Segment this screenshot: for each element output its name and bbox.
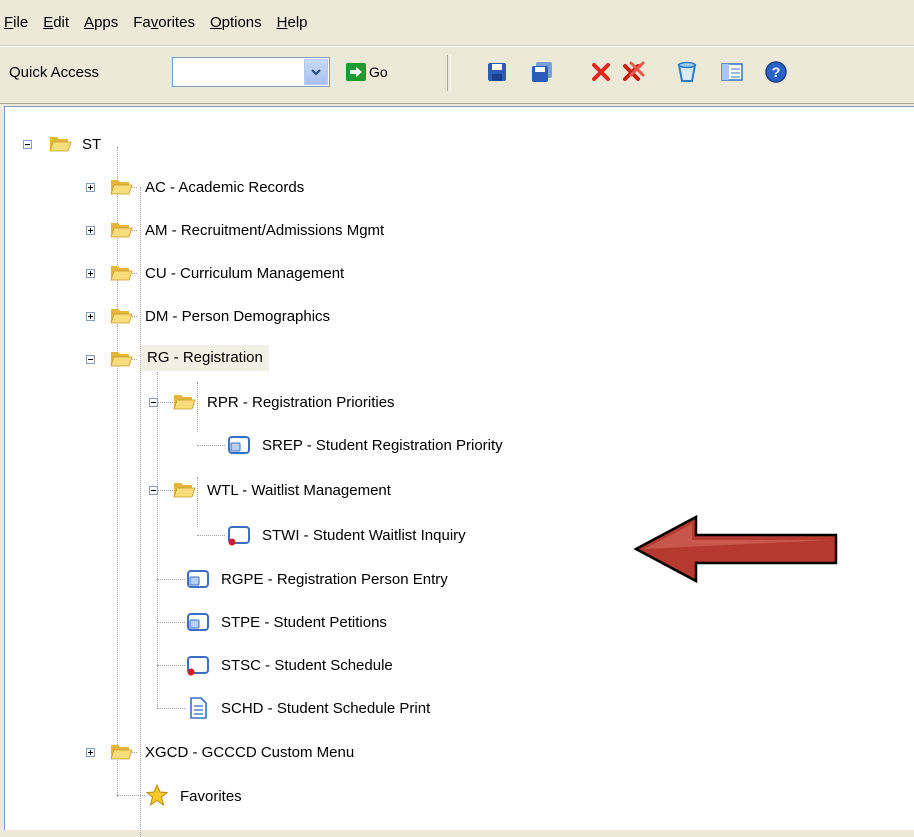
delete-button[interactable] — [586, 57, 616, 87]
open-folder-icon — [173, 483, 196, 498]
form-icon — [187, 570, 209, 588]
toolbar-separator — [447, 55, 451, 91]
form-icon — [187, 613, 209, 631]
tree-connector — [197, 382, 198, 432]
folder-icon — [110, 180, 133, 195]
menu-file[interactable]: File — [4, 14, 28, 31]
form-icon — [228, 436, 250, 454]
tree-connector — [157, 579, 185, 580]
tree-connector — [157, 362, 158, 707]
save-button[interactable] — [482, 57, 512, 87]
menu-options[interactable]: Options — [210, 14, 262, 31]
tree-node-xgcd[interactable]: XGCD - GCCCD Custom Menu — [145, 742, 354, 764]
menu-edit[interactable]: Edit — [43, 14, 69, 31]
save-all-button[interactable] — [527, 57, 557, 87]
delete-icon — [592, 63, 610, 81]
tree-node-cu[interactable]: CU - Curriculum Management — [145, 263, 344, 285]
tree-connector — [157, 622, 185, 623]
go-button[interactable]: Go — [346, 59, 388, 85]
folder-icon — [110, 223, 133, 238]
tree-collapse-toggle[interactable] — [149, 398, 158, 407]
tree-node-schd[interactable]: SCHD - Student Schedule Print — [221, 698, 430, 720]
svg-text:?: ? — [772, 64, 781, 80]
clear-icon — [677, 61, 697, 82]
open-folder-icon — [173, 395, 196, 410]
tree-node-ac[interactable]: AC - Academic Records — [145, 177, 304, 199]
quick-access-input[interactable] — [175, 61, 305, 83]
tree-node-stsc[interactable]: STSC - Student Schedule — [221, 655, 393, 677]
chevron-down-icon — [311, 69, 321, 76]
tree-connector — [117, 147, 118, 797]
tree-node-rgpe[interactable]: RGPE - Registration Person Entry — [221, 569, 448, 591]
tree-connector — [197, 535, 225, 536]
tree-node-stwi[interactable]: STWI - Student Waitlist Inquiry — [262, 525, 466, 547]
menu-bar: File Edit Apps Favorites Options Help — [0, 0, 914, 46]
tree-node-rg[interactable]: RG - Registration — [141, 345, 269, 371]
tree-collapse-toggle[interactable] — [86, 355, 95, 364]
tree-collapse-toggle[interactable] — [23, 140, 32, 149]
form-view-icon — [721, 63, 743, 81]
delete-all-button[interactable] — [619, 57, 649, 87]
quick-access-combo[interactable] — [172, 57, 330, 87]
tree-connector — [117, 795, 145, 796]
tree-connector — [157, 708, 185, 709]
tree-expand-toggle[interactable] — [86, 269, 95, 278]
tree-node-stpe[interactable]: STPE - Student Petitions — [221, 612, 387, 634]
folder-icon — [110, 745, 133, 760]
tree-expand-toggle[interactable] — [86, 226, 95, 235]
go-button-label: Go — [369, 64, 388, 80]
menu-help[interactable]: Help — [277, 14, 308, 31]
help-button[interactable]: ? — [761, 57, 791, 87]
tree-node-dm[interactable]: DM - Person Demographics — [145, 306, 330, 328]
tree-expand-toggle[interactable] — [86, 748, 95, 757]
report-icon — [190, 697, 207, 719]
inquiry-form-icon — [228, 526, 250, 546]
save-icon — [488, 63, 506, 81]
tree-expand-toggle[interactable] — [86, 312, 95, 321]
quick-access-label: Quick Access — [9, 64, 100, 81]
open-folder-icon — [49, 137, 72, 152]
tree-connector — [197, 445, 225, 446]
tree-node-st[interactable]: ST — [82, 134, 101, 156]
arrow-right-icon — [346, 63, 366, 81]
form-view-button[interactable] — [717, 57, 747, 87]
save-all-icon — [532, 62, 552, 82]
star-icon — [145, 784, 169, 806]
delete-all-icon — [623, 61, 645, 81]
quick-access-dropdown-button[interactable] — [304, 59, 328, 85]
tree-node-rpr[interactable]: RPR - Registration Priorities — [207, 392, 395, 414]
toolbar: Quick Access Go ? — [0, 46, 914, 104]
tree-node-wtl[interactable]: WTL - Waitlist Management — [207, 480, 391, 502]
tree-connector — [140, 187, 141, 837]
tree-connector — [157, 665, 185, 666]
folder-icon — [110, 309, 133, 324]
folder-icon — [110, 266, 133, 281]
tree-expand-toggle[interactable] — [86, 183, 95, 192]
clear-button[interactable] — [672, 57, 702, 87]
help-icon: ? — [765, 61, 787, 83]
annotation-arrow — [633, 514, 838, 584]
tree-node-srep[interactable]: SREP - Student Registration Priority — [262, 435, 503, 457]
tree-connector — [197, 477, 198, 527]
menu-favorites[interactable]: Favorites — [133, 14, 195, 31]
tree-node-favorites[interactable]: Favorites — [180, 786, 242, 808]
tree-collapse-toggle[interactable] — [149, 486, 158, 495]
tree-node-am[interactable]: AM - Recruitment/Admissions Mgmt — [145, 220, 384, 242]
inquiry-form-icon — [187, 656, 209, 676]
menu-tree[interactable]: ST AC - Academic Records AM - Recruitmen… — [4, 106, 914, 837]
menu-apps[interactable]: Apps — [84, 14, 118, 31]
open-folder-icon — [110, 352, 133, 367]
